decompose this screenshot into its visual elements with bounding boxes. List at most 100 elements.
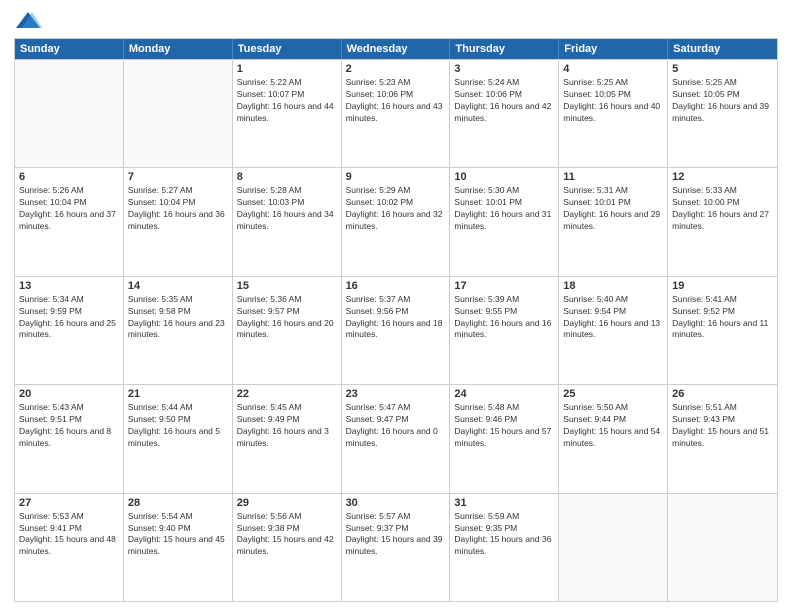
calendar-day-header: Thursday xyxy=(450,39,559,59)
calendar-week-row: 20 Sunrise: 5:43 AM Sunset: 9:51 PM Dayli… xyxy=(15,384,777,492)
day-info: Sunrise: 5:40 AM Sunset: 9:54 PM Dayligh… xyxy=(563,294,663,342)
day-info: Sunrise: 5:57 AM Sunset: 9:37 PM Dayligh… xyxy=(346,511,446,559)
calendar-cell: 22 Sunrise: 5:45 AM Sunset: 9:49 PM Dayli… xyxy=(233,385,342,492)
calendar-cell xyxy=(124,60,233,167)
calendar-cell: 3Sunrise: 5:24 AM Sunset: 10:06 PM Dayli… xyxy=(450,60,559,167)
calendar-day-header: Friday xyxy=(559,39,668,59)
logo-icon xyxy=(14,10,42,32)
day-number: 16 xyxy=(346,280,446,292)
calendar-cell: 4 Sunrise: 5:25 AM Sunset: 10:05 PM Dayli… xyxy=(559,60,668,167)
day-info: Sunrise: 5:27 AM Sunset: 10:04 PM Daylig… xyxy=(128,185,228,233)
calendar-cell: 30 Sunrise: 5:57 AM Sunset: 9:37 PM Dayli… xyxy=(342,494,451,601)
calendar-cell: 21Sunrise: 5:44 AM Sunset: 9:50 PM Dayli… xyxy=(124,385,233,492)
day-info: Sunrise: 5:56 AM Sunset: 9:38 PM Dayligh… xyxy=(237,511,337,559)
day-info: Sunrise: 5:37 AM Sunset: 9:56 PM Dayligh… xyxy=(346,294,446,342)
day-number: 9 xyxy=(346,171,446,183)
day-info: Sunrise: 5:48 AM Sunset: 9:46 PM Dayligh… xyxy=(454,402,554,450)
calendar-cell xyxy=(668,494,777,601)
day-info: Sunrise: 5:47 AM Sunset: 9:47 PM Dayligh… xyxy=(346,402,446,450)
day-info: Sunrise: 5:31 AM Sunset: 10:01 PM Daylig… xyxy=(563,185,663,233)
calendar-cell: 1 Sunrise: 5:22 AM Sunset: 10:07 PM Dayli… xyxy=(233,60,342,167)
calendar-cell: 9 Sunrise: 5:29 AM Sunset: 10:02 PM Dayli… xyxy=(342,168,451,275)
calendar-cell: 6Sunrise: 5:26 AM Sunset: 10:04 PM Dayli… xyxy=(15,168,124,275)
day-number: 6 xyxy=(19,171,119,183)
day-number: 20 xyxy=(19,388,119,400)
day-number: 18 xyxy=(563,280,663,292)
calendar-cell: 28 Sunrise: 5:54 AM Sunset: 9:40 PM Dayli… xyxy=(124,494,233,601)
day-info: Sunrise: 5:36 AM Sunset: 9:57 PM Dayligh… xyxy=(237,294,337,342)
day-number: 8 xyxy=(237,171,337,183)
day-number: 29 xyxy=(237,497,337,509)
day-info: Sunrise: 5:29 AM Sunset: 10:02 PM Daylig… xyxy=(346,185,446,233)
calendar-cell: 15 Sunrise: 5:36 AM Sunset: 9:57 PM Dayli… xyxy=(233,277,342,384)
day-info: Sunrise: 5:35 AM Sunset: 9:58 PM Dayligh… xyxy=(128,294,228,342)
calendar-week-row: 1 Sunrise: 5:22 AM Sunset: 10:07 PM Dayli… xyxy=(15,59,777,167)
calendar-cell: 29 Sunrise: 5:56 AM Sunset: 9:38 PM Dayli… xyxy=(233,494,342,601)
day-number: 13 xyxy=(19,280,119,292)
calendar-body: 1 Sunrise: 5:22 AM Sunset: 10:07 PM Dayli… xyxy=(15,59,777,601)
day-number: 26 xyxy=(672,388,773,400)
calendar-cell: 24 Sunrise: 5:48 AM Sunset: 9:46 PM Dayli… xyxy=(450,385,559,492)
day-info: Sunrise: 5:30 AM Sunset: 10:01 PM Daylig… xyxy=(454,185,554,233)
day-number: 31 xyxy=(454,497,554,509)
calendar-cell: 7 Sunrise: 5:27 AM Sunset: 10:04 PM Dayli… xyxy=(124,168,233,275)
day-info: Sunrise: 5:22 AM Sunset: 10:07 PM Daylig… xyxy=(237,77,337,125)
calendar-cell: 27 Sunrise: 5:53 AM Sunset: 9:41 PM Dayli… xyxy=(15,494,124,601)
day-info: Sunrise: 5:28 AM Sunset: 10:03 PM Daylig… xyxy=(237,185,337,233)
day-number: 1 xyxy=(237,63,337,75)
day-number: 30 xyxy=(346,497,446,509)
calendar-week-row: 6Sunrise: 5:26 AM Sunset: 10:04 PM Dayli… xyxy=(15,167,777,275)
day-number: 24 xyxy=(454,388,554,400)
day-info: Sunrise: 5:23 AM Sunset: 10:06 PM Daylig… xyxy=(346,77,446,125)
day-number: 15 xyxy=(237,280,337,292)
day-number: 4 xyxy=(563,63,663,75)
day-number: 23 xyxy=(346,388,446,400)
day-number: 17 xyxy=(454,280,554,292)
header xyxy=(14,10,778,32)
calendar-header-row: SundayMondayTuesdayWednesdayThursdayFrid… xyxy=(15,39,777,59)
calendar-cell: 25Sunrise: 5:50 AM Sunset: 9:44 PM Dayli… xyxy=(559,385,668,492)
day-number: 22 xyxy=(237,388,337,400)
day-number: 5 xyxy=(672,63,773,75)
day-number: 27 xyxy=(19,497,119,509)
day-info: Sunrise: 5:53 AM Sunset: 9:41 PM Dayligh… xyxy=(19,511,119,559)
calendar-day-header: Monday xyxy=(124,39,233,59)
calendar-cell: 12 Sunrise: 5:33 AM Sunset: 10:00 PM Dayl… xyxy=(668,168,777,275)
calendar-cell: 2 Sunrise: 5:23 AM Sunset: 10:06 PM Dayli… xyxy=(342,60,451,167)
calendar-cell xyxy=(15,60,124,167)
day-info: Sunrise: 5:43 AM Sunset: 9:51 PM Dayligh… xyxy=(19,402,119,450)
calendar: SundayMondayTuesdayWednesdayThursdayFrid… xyxy=(14,38,778,602)
calendar-cell: 11 Sunrise: 5:31 AM Sunset: 10:01 PM Dayl… xyxy=(559,168,668,275)
logo xyxy=(14,10,45,32)
day-info: Sunrise: 5:39 AM Sunset: 9:55 PM Dayligh… xyxy=(454,294,554,342)
day-number: 11 xyxy=(563,171,663,183)
calendar-cell: 8 Sunrise: 5:28 AM Sunset: 10:03 PM Dayli… xyxy=(233,168,342,275)
calendar-cell: 26Sunrise: 5:51 AM Sunset: 9:43 PM Dayli… xyxy=(668,385,777,492)
calendar-week-row: 13 Sunrise: 5:34 AM Sunset: 9:59 PM Dayli… xyxy=(15,276,777,384)
calendar-cell: 23 Sunrise: 5:47 AM Sunset: 9:47 PM Dayli… xyxy=(342,385,451,492)
day-number: 2 xyxy=(346,63,446,75)
calendar-cell: 16 Sunrise: 5:37 AM Sunset: 9:56 PM Dayli… xyxy=(342,277,451,384)
calendar-cell: 20 Sunrise: 5:43 AM Sunset: 9:51 PM Dayli… xyxy=(15,385,124,492)
day-info: Sunrise: 5:54 AM Sunset: 9:40 PM Dayligh… xyxy=(128,511,228,559)
day-info: Sunrise: 5:44 AM Sunset: 9:50 PM Dayligh… xyxy=(128,402,228,450)
calendar-cell: 31Sunrise: 5:59 AM Sunset: 9:35 PM Dayli… xyxy=(450,494,559,601)
day-info: Sunrise: 5:41 AM Sunset: 9:52 PM Dayligh… xyxy=(672,294,773,342)
calendar-cell: 19Sunrise: 5:41 AM Sunset: 9:52 PM Dayli… xyxy=(668,277,777,384)
calendar-cell: 17 Sunrise: 5:39 AM Sunset: 9:55 PM Dayli… xyxy=(450,277,559,384)
calendar-day-header: Wednesday xyxy=(342,39,451,59)
day-number: 10 xyxy=(454,171,554,183)
day-info: Sunrise: 5:33 AM Sunset: 10:00 PM Daylig… xyxy=(672,185,773,233)
page: SundayMondayTuesdayWednesdayThursdayFrid… xyxy=(0,0,792,612)
day-number: 14 xyxy=(128,280,228,292)
day-info: Sunrise: 5:45 AM Sunset: 9:49 PM Dayligh… xyxy=(237,402,337,450)
day-number: 7 xyxy=(128,171,228,183)
day-number: 28 xyxy=(128,497,228,509)
day-number: 12 xyxy=(672,171,773,183)
day-info: Sunrise: 5:34 AM Sunset: 9:59 PM Dayligh… xyxy=(19,294,119,342)
day-number: 25 xyxy=(563,388,663,400)
calendar-cell: 5Sunrise: 5:25 AM Sunset: 10:05 PM Dayli… xyxy=(668,60,777,167)
calendar-week-row: 27 Sunrise: 5:53 AM Sunset: 9:41 PM Dayli… xyxy=(15,493,777,601)
day-info: Sunrise: 5:25 AM Sunset: 10:05 PM Daylig… xyxy=(563,77,663,125)
day-info: Sunrise: 5:24 AM Sunset: 10:06 PM Daylig… xyxy=(454,77,554,125)
